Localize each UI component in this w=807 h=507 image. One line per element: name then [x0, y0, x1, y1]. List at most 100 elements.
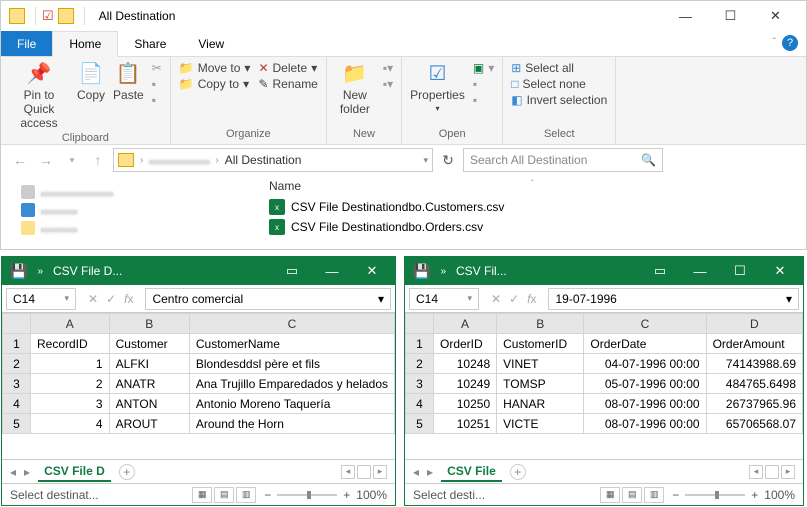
zoom-level[interactable]: 100%	[356, 488, 387, 502]
select-all-button[interactable]: ⊞Select all	[511, 61, 607, 75]
up-button[interactable]: ↑	[87, 149, 109, 171]
page-break-button[interactable]: ▥	[236, 487, 256, 503]
invert-selection-button[interactable]: ◧Invert selection	[511, 93, 607, 107]
nav-item[interactable]: ▬▬▬	[21, 201, 241, 219]
pin-button[interactable]: 📌Pin to Quick access	[9, 61, 69, 130]
add-sheet-button[interactable]: +	[510, 464, 526, 480]
file-row[interactable]: xCSV File Destinationdbo.Customers.csv	[269, 197, 798, 217]
select-none-button[interactable]: □Select none	[511, 77, 607, 91]
address-input[interactable]: › ▬▬▬▬▬ › All Destination ▾	[113, 148, 433, 172]
next-sheet-icon[interactable]: ▸	[427, 465, 433, 479]
minimize-button[interactable]: —	[317, 264, 347, 279]
quick-access-icon[interactable]: »	[440, 266, 446, 277]
nav-item[interactable]: ▬▬▬	[21, 219, 241, 237]
tab-home[interactable]: Home	[52, 31, 118, 57]
copy-button[interactable]: 📄Copy	[77, 61, 105, 130]
help-button[interactable]: ?	[782, 35, 798, 51]
scroll-right-icon[interactable]: ▸	[781, 465, 795, 479]
properties-button[interactable]: ☑Properties▾	[410, 61, 465, 113]
new-item-icon[interactable]: ▪▾	[383, 61, 393, 75]
easy-access-icon[interactable]: ▪▾	[383, 77, 393, 91]
maximize-button[interactable]: ☐	[708, 2, 753, 30]
cancel-icon[interactable]: ✕	[491, 292, 501, 306]
file-list: Name ˆ xCSV File Destinationdbo.Customers…	[261, 175, 806, 241]
forward-button[interactable]: →	[35, 149, 57, 171]
search-input[interactable]: Search All Destination 🔍	[463, 148, 663, 172]
paste-shortcut-icon[interactable]: ▪	[152, 93, 162, 107]
paste-button[interactable]: 📋Paste	[113, 61, 144, 130]
close-button[interactable]: ✕	[753, 2, 798, 30]
search-icon: 🔍	[641, 153, 656, 167]
column-name[interactable]: Name	[269, 179, 301, 193]
breadcrumb[interactable]: All Destination	[225, 153, 302, 167]
excel-titlebar: 💾 » CSV Fil... ▭ — ☐ ✕	[405, 257, 803, 285]
enter-icon[interactable]: ✓	[106, 292, 116, 306]
back-button[interactable]: ←	[9, 149, 31, 171]
formula-input[interactable]: 19-07-1996▾	[548, 288, 799, 310]
scroll-left-icon[interactable]: ◂	[749, 465, 763, 479]
tab-view[interactable]: View	[182, 31, 240, 56]
copy-path-icon[interactable]: ▪	[152, 77, 162, 91]
sheet-tab[interactable]: CSV File	[441, 462, 502, 482]
zoom-in-button[interactable]: +	[343, 488, 350, 502]
scroll-left-icon[interactable]: ◂	[341, 465, 355, 479]
edit-icon[interactable]: ▪	[473, 77, 494, 91]
prev-sheet-icon[interactable]: ◂	[10, 465, 16, 479]
cut-icon[interactable]: ✂	[152, 61, 162, 75]
save-icon[interactable]: 💾	[10, 263, 27, 280]
copy-to-button[interactable]: 📁Copy to ▾	[179, 77, 251, 91]
enter-icon[interactable]: ✓	[509, 292, 519, 306]
zoom-out-button[interactable]: −	[672, 488, 679, 502]
nav-item[interactable]: ▬▬▬▬▬▬	[21, 183, 241, 201]
tab-share[interactable]: Share	[118, 31, 182, 56]
formula-bar: C14▾ ✕ ✓ fx 19-07-1996▾	[405, 285, 803, 313]
quick-access-icon[interactable]: »	[37, 266, 43, 277]
status-text: Select destinat...	[10, 488, 99, 502]
zoom-out-button[interactable]: −	[264, 488, 271, 502]
fx-icon[interactable]: fx	[124, 292, 133, 306]
scroll-right-icon[interactable]: ▸	[373, 465, 387, 479]
normal-view-button[interactable]: ▦	[192, 487, 212, 503]
fx-icon[interactable]: fx	[527, 292, 536, 306]
close-button[interactable]: ✕	[357, 263, 387, 279]
spreadsheet-grid[interactable]: ABCD 1OrderIDCustomerIDOrderDateOrderAmo…	[405, 313, 803, 459]
name-box[interactable]: C14▾	[409, 288, 479, 310]
next-sheet-icon[interactable]: ▸	[24, 465, 30, 479]
refresh-button[interactable]: ↻	[437, 149, 459, 171]
status-bar: Select desti... ▦▤▥ −+100%	[405, 483, 803, 505]
zoom-slider[interactable]	[277, 494, 337, 496]
formula-input[interactable]: Centro comercial▾	[145, 288, 391, 310]
move-to-button[interactable]: 📁Move to ▾	[179, 61, 251, 75]
workbook-title: CSV Fil...	[456, 264, 635, 278]
rename-button[interactable]: ✎Rename	[258, 77, 317, 91]
minimize-button[interactable]: —	[663, 2, 708, 30]
normal-view-button[interactable]: ▦	[600, 487, 620, 503]
delete-button[interactable]: ✕Delete ▾	[258, 61, 317, 75]
ribbon-options-icon[interactable]: ▭	[277, 263, 307, 279]
add-sheet-button[interactable]: +	[119, 464, 135, 480]
ribbon-options-icon[interactable]: ▭	[645, 263, 675, 279]
sort-icon[interactable]: ˆ	[531, 179, 534, 193]
collapse-ribbon-icon[interactable]: ˆ	[773, 37, 776, 48]
save-icon[interactable]: 💾	[413, 263, 430, 280]
close-button[interactable]: ✕	[765, 263, 795, 279]
cancel-icon[interactable]: ✕	[88, 292, 98, 306]
open-icon[interactable]: ▣▾	[473, 61, 494, 75]
zoom-slider[interactable]	[685, 494, 745, 496]
history-dropdown[interactable]: ▾	[61, 149, 83, 171]
prev-sheet-icon[interactable]: ◂	[413, 465, 419, 479]
sheet-tab[interactable]: CSV File D	[38, 462, 111, 482]
page-layout-button[interactable]: ▤	[622, 487, 642, 503]
file-row[interactable]: xCSV File Destinationdbo.Orders.csv	[269, 217, 798, 237]
new-folder-button[interactable]: 📁New folder	[335, 61, 375, 116]
minimize-button[interactable]: —	[685, 264, 715, 279]
page-break-button[interactable]: ▥	[644, 487, 664, 503]
spreadsheet-grid[interactable]: ABC 1RecordIDCustomerCustomerName 21ALFK…	[2, 313, 395, 459]
page-layout-button[interactable]: ▤	[214, 487, 234, 503]
history-icon[interactable]: ▪	[473, 93, 494, 107]
tab-file[interactable]: File	[1, 31, 52, 56]
zoom-level[interactable]: 100%	[764, 488, 795, 502]
maximize-button[interactable]: ☐	[725, 263, 755, 279]
name-box[interactable]: C14▾	[6, 288, 76, 310]
zoom-in-button[interactable]: +	[751, 488, 758, 502]
